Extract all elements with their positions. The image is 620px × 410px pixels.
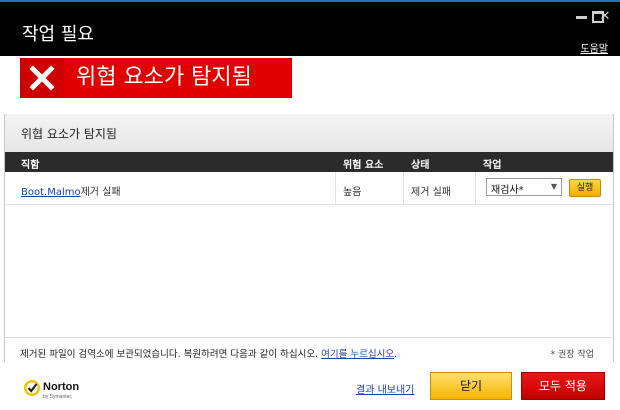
column-risk: 위험 요소 <box>343 160 384 171</box>
action-dropdown[interactable]: 재검사* ▼ <box>486 178 562 196</box>
action-dropdown-value: 재검사* <box>491 185 524 196</box>
alert-area: 위협 요소가 탐지됨 <box>20 56 610 114</box>
threat-name-cell: Boot.Malmo제거 실패 <box>21 183 121 198</box>
status-cell: 제거 실패 <box>411 187 451 198</box>
apply-all-button[interactable]: 모두 적용 <box>521 372 605 400</box>
threat-name-link[interactable]: Boot.Malmo <box>21 187 81 198</box>
recommended-action-note: * 권장 작업 <box>550 350 594 360</box>
column-status: 상태 <box>411 160 430 171</box>
minimize-icon[interactable] <box>576 16 587 19</box>
quarantine-note-text: 제거된 파일이 검역소에 보관되었습니다. 복원하려면 다음과 같이 하십시오. <box>20 349 322 360</box>
window-title: 작업 필요 <box>22 24 94 45</box>
title-bar: 작업 필요 ✕ 도움말 <box>0 0 620 56</box>
export-results-link[interactable]: 결과 내보내기 <box>356 381 414 396</box>
banner-text: 위협 요소가 탐지됨 <box>76 65 252 90</box>
column-title: 직함 <box>21 160 40 171</box>
note-period: . <box>394 349 398 360</box>
footer: Norton by Symantec 결과 내보내기 닫기 모두 적용 <box>0 362 620 410</box>
chevron-down-icon: ▼ <box>550 182 557 191</box>
run-button[interactable]: 실행 <box>569 179 601 197</box>
norton-logo: Norton by Symantec <box>22 376 86 402</box>
risk-cell: 높음 <box>343 187 362 198</box>
table-row: Boot.Malmo제거 실패 높음 제거 실패 재검사* ▼ 실행 <box>5 172 613 205</box>
column-divider <box>475 172 476 204</box>
norton-action-required-window: 작업 필요 ✕ 도움말 위협 요소가 탐지됨 위협 요소가 탐지됨 직함 위험 … <box>0 0 620 410</box>
svg-text:by Symantec: by Symantec <box>43 394 72 400</box>
column-divider <box>335 172 336 204</box>
close-icon[interactable]: ✕ <box>598 10 612 24</box>
section-title: 위협 요소가 탐지됨 <box>21 127 117 141</box>
quarantine-note: 제거된 파일이 검역소에 보관되었습니다. 복원하려면 다음과 같이 하십시오.… <box>20 346 397 360</box>
threat-result: 제거 실패 <box>80 187 121 198</box>
x-mark-icon <box>20 58 64 98</box>
column-action: 작업 <box>483 160 502 171</box>
threat-alert-banner: 위협 요소가 탐지됨 <box>20 58 292 98</box>
table-header: 직함 위험 요소 상태 작업 <box>5 152 613 172</box>
svg-text:Norton: Norton <box>43 381 79 393</box>
close-button[interactable]: 닫기 <box>430 372 512 400</box>
divider <box>4 337 612 338</box>
column-divider <box>403 172 404 204</box>
help-link[interactable]: 도움말 <box>580 40 608 55</box>
restore-link[interactable]: 여기를 누르십시오 <box>321 349 394 360</box>
section-header: 위협 요소가 탐지됨 <box>5 114 613 152</box>
